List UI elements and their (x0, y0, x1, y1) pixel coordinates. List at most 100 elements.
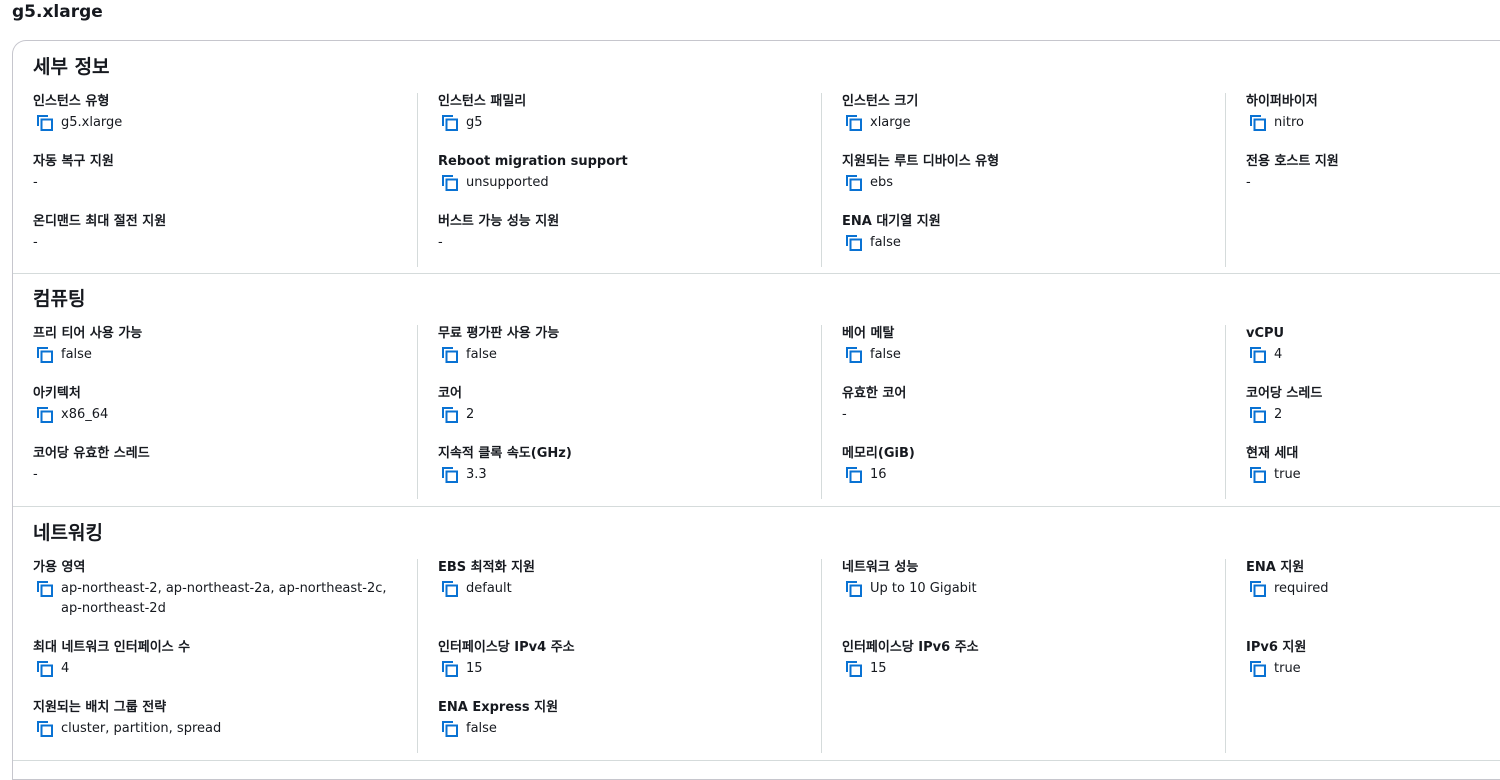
field-value-text: ap-northeast-2, ap-northeast-2a, ap-nort… (61, 581, 387, 616)
copy-icon[interactable] (845, 660, 863, 678)
field-value-text: 15 (870, 661, 887, 676)
field-label: 코어당 스레드 (1246, 386, 1323, 401)
field-value: - (33, 173, 398, 193)
field-value-text: 15 (466, 661, 483, 676)
field-value-text: g5.xlarge (61, 115, 123, 130)
copy-icon[interactable] (845, 174, 863, 192)
field-value: 4 (33, 659, 398, 679)
field-value-text: false (466, 721, 497, 736)
field-value: required (1246, 579, 1500, 599)
section-title: 세부 정보 (33, 56, 110, 78)
field-value: - (438, 233, 808, 253)
field-value: cluster, partition, spread (33, 719, 398, 739)
column-divider (821, 325, 822, 499)
field-label: 지원되는 루트 디바이스 유형 (842, 154, 1000, 169)
field-label: 버스트 가능 성능 지원 (438, 214, 560, 229)
copy-icon[interactable] (441, 346, 459, 364)
column-divider (821, 93, 822, 267)
field-value: 15 (438, 659, 808, 679)
copy-icon[interactable] (441, 580, 459, 598)
column-divider (1225, 325, 1226, 499)
copy-icon[interactable] (1249, 346, 1267, 364)
copy-icon[interactable] (441, 660, 459, 678)
field-label: 아키텍처 (33, 386, 81, 401)
field-value-text: false (870, 347, 901, 362)
field-value: 4 (1246, 345, 1500, 365)
field-value: default (438, 579, 808, 599)
copy-icon[interactable] (845, 346, 863, 364)
field-value: unsupported (438, 173, 808, 193)
detail-field: 지원되는 배치 그룹 전략 cluster, partition, spread (33, 699, 398, 739)
field-value: 2 (438, 405, 808, 425)
detail-field: 베어 메탈 false (842, 325, 1212, 365)
field-value-text: - (842, 407, 847, 422)
field-value-text: 4 (61, 661, 70, 676)
field-value-text: - (33, 235, 38, 250)
field-value-text: x86_64 (61, 407, 109, 422)
copy-icon[interactable] (845, 114, 863, 132)
detail-field: 지원되는 루트 디바이스 유형 ebs (842, 153, 1212, 193)
field-value: false (438, 345, 808, 365)
copy-icon[interactable] (1249, 580, 1267, 598)
field-value-text: true (1274, 467, 1301, 482)
detail-field: 현재 세대 true (1246, 445, 1500, 485)
column-divider (1225, 93, 1226, 267)
detail-field: ENA 지원 required (1246, 559, 1500, 599)
copy-icon[interactable] (441, 720, 459, 738)
field-value: false (438, 719, 808, 739)
field-label: ENA Express 지원 (438, 700, 559, 715)
field-value: g5 (438, 113, 808, 133)
detail-field: IPv6 지원 true (1246, 639, 1500, 679)
copy-icon[interactable] (1249, 114, 1267, 132)
field-value: true (1246, 465, 1500, 485)
copy-icon[interactable] (36, 720, 54, 738)
field-value: ebs (842, 173, 1212, 193)
field-label: 인스턴스 크기 (842, 94, 919, 109)
column-divider (417, 559, 418, 753)
field-label: 인스턴스 유형 (33, 94, 110, 109)
copy-icon[interactable] (36, 580, 54, 598)
detail-field: 하이퍼바이저 nitro (1246, 93, 1500, 133)
copy-icon[interactable] (441, 466, 459, 484)
field-value-text: Up to 10 Gigabit (870, 581, 977, 596)
field-value-text: 3.3 (466, 467, 487, 482)
field-value-text: 2 (466, 407, 475, 422)
field-value: - (842, 405, 1212, 425)
copy-icon[interactable] (1249, 466, 1267, 484)
field-value-text: xlarge (870, 115, 911, 130)
field-value: 3.3 (438, 465, 808, 485)
copy-icon[interactable] (845, 580, 863, 598)
copy-icon[interactable] (1249, 406, 1267, 424)
copy-icon[interactable] (441, 406, 459, 424)
detail-field: vCPU 4 (1246, 325, 1500, 365)
detail-field: 코어 2 (438, 385, 808, 425)
copy-icon[interactable] (845, 234, 863, 252)
detail-field: 전용 호스트 지원 - (1246, 153, 1500, 193)
field-label: 무료 평가판 사용 가능 (438, 326, 560, 341)
detail-field: ENA 대기열 지원 false (842, 213, 1212, 253)
field-value-text: ebs (870, 175, 894, 190)
copy-icon[interactable] (1249, 660, 1267, 678)
detail-field: 온디맨드 최대 절전 지원 - (33, 213, 398, 253)
field-value: g5.xlarge (33, 113, 398, 133)
field-value: false (33, 345, 398, 365)
copy-icon[interactable] (845, 466, 863, 484)
detail-field: 아키텍처 x86_64 (33, 385, 398, 425)
field-value: - (33, 465, 398, 485)
field-label: 인스턴스 패밀리 (438, 94, 527, 109)
field-label: 최대 네트워크 인터페이스 수 (33, 640, 191, 655)
page-title: g5.xlarge (12, 2, 103, 22)
detail-field: EBS 최적화 지원 default (438, 559, 808, 599)
copy-icon[interactable] (441, 114, 459, 132)
field-label: 지속적 클록 속도(GHz) (438, 446, 572, 461)
section-title: 네트워킹 (33, 522, 103, 544)
copy-icon[interactable] (36, 346, 54, 364)
copy-icon[interactable] (36, 660, 54, 678)
field-value: ap-northeast-2, ap-northeast-2a, ap-nort… (33, 579, 398, 619)
field-label: 네트워크 성능 (842, 560, 919, 575)
copy-icon[interactable] (441, 174, 459, 192)
field-label: 전용 호스트 지원 (1246, 154, 1339, 169)
copy-icon[interactable] (36, 406, 54, 424)
copy-icon[interactable] (36, 114, 54, 132)
detail-field: 인터페이스당 IPv6 주소 15 (842, 639, 1212, 679)
